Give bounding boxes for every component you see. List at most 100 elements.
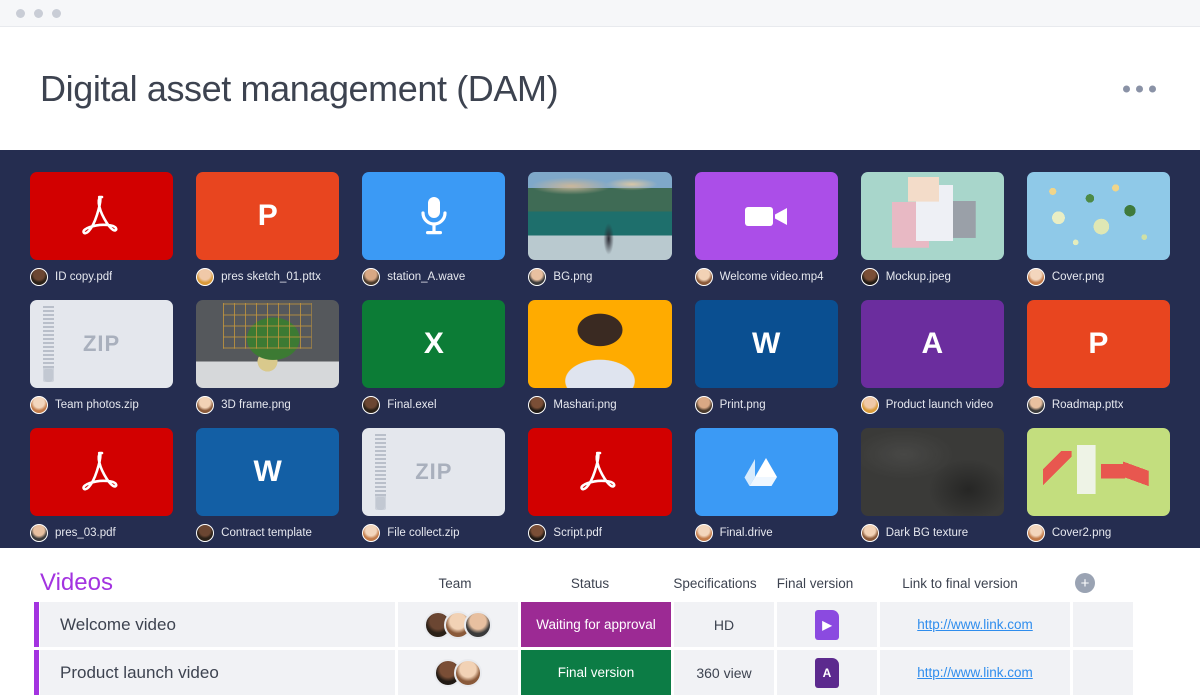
asset-card[interactable]: X Final.exel — [362, 300, 505, 414]
asset-filename: 3D frame.png — [221, 399, 291, 411]
asset-card[interactable]: Cover2.png — [1027, 428, 1170, 542]
asset-meta: pres_03.pdf — [30, 524, 173, 542]
asset-thumbnail[interactable] — [1027, 428, 1170, 516]
column-header-status: Status — [515, 576, 665, 591]
asset-meta: Team photos.zip — [30, 396, 173, 414]
cell-specifications[interactable]: HD — [674, 602, 774, 647]
asset-thumbnail[interactable] — [30, 428, 173, 516]
file-type-letter: ZIP — [415, 459, 452, 485]
videos-table-header: Videos Team Status Specifications Final … — [40, 564, 1160, 602]
asset-card[interactable]: Welcome video.mp4 — [695, 172, 838, 286]
asset-thumbnail[interactable] — [196, 300, 339, 388]
page-header: Digital asset management (DAM) — [0, 27, 1200, 150]
asset-thumbnail[interactable] — [528, 428, 671, 516]
asset-thumbnail[interactable] — [861, 428, 1004, 516]
cell-empty[interactable] — [1073, 602, 1133, 647]
asset-card[interactable]: W Contract template — [196, 428, 339, 542]
asset-card[interactable]: station_A.wave — [362, 172, 505, 286]
asset-card[interactable]: W Print.png — [695, 300, 838, 414]
window-maximize-dot[interactable] — [52, 9, 61, 18]
avatar — [196, 524, 214, 542]
asset-thumbnail[interactable] — [362, 172, 505, 260]
asset-meta: Print.png — [695, 396, 838, 414]
cell-specifications[interactable]: 360 view — [674, 650, 774, 695]
asset-meta: File collect.zip — [362, 524, 505, 542]
cell-link[interactable]: http://www.link.com — [880, 650, 1070, 695]
asset-card[interactable]: P pres sketch_01.pttx — [196, 172, 339, 286]
window-chrome — [0, 0, 1200, 27]
asset-thumbnail[interactable] — [695, 172, 838, 260]
asset-card[interactable]: Mashari.png — [528, 300, 671, 414]
cell-team[interactable] — [398, 650, 518, 695]
asset-thumbnail[interactable] — [528, 172, 671, 260]
avatar — [454, 659, 482, 687]
asset-thumbnail[interactable] — [528, 300, 671, 388]
asset-filename: BG.png — [553, 271, 592, 283]
asset-card[interactable]: ID copy.pdf — [30, 172, 173, 286]
asset-card[interactable]: A Product launch video — [861, 300, 1004, 414]
google-drive-icon — [744, 452, 788, 492]
final-version-link[interactable]: http://www.link.com — [917, 665, 1033, 680]
window-minimize-dot[interactable] — [34, 9, 43, 18]
avatar — [861, 396, 879, 414]
asset-card[interactable]: 3D frame.png — [196, 300, 339, 414]
asset-thumbnail[interactable] — [861, 172, 1004, 260]
asset-meta: Welcome video.mp4 — [695, 268, 838, 286]
asset-thumbnail[interactable]: X — [362, 300, 505, 388]
file-type-letter: P — [258, 199, 278, 233]
asset-thumbnail[interactable] — [1027, 172, 1170, 260]
table-row[interactable]: Welcome video Waiting for approval HD ▶ … — [40, 602, 1160, 647]
asset-filename: Welcome video.mp4 — [720, 271, 824, 283]
cell-final-version[interactable]: ▶ — [777, 602, 877, 647]
final-version-link[interactable]: http://www.link.com — [917, 617, 1033, 632]
cell-video-name[interactable]: Welcome video — [40, 602, 395, 647]
asset-thumbnail[interactable]: A — [861, 300, 1004, 388]
status-badge: Waiting for approval — [521, 602, 671, 647]
asset-thumbnail[interactable]: P — [1027, 300, 1170, 388]
asset-thumbnail[interactable] — [695, 428, 838, 516]
more-options-button[interactable] — [1123, 85, 1156, 92]
cell-final-version[interactable]: A — [777, 650, 877, 695]
asset-card[interactable]: Dark BG texture — [861, 428, 1004, 542]
asset-board: ID copy.pdfP pres sketch_01.pttx station… — [0, 150, 1200, 548]
cell-empty[interactable] — [1073, 650, 1133, 695]
file-type-letter: ZIP — [83, 331, 120, 357]
asset-thumbnail[interactable]: W — [695, 300, 838, 388]
asset-thumbnail[interactable]: W — [196, 428, 339, 516]
asset-card[interactable]: P Roadmap.pttx — [1027, 300, 1170, 414]
acrobat-icon — [578, 449, 622, 495]
add-column-button[interactable]: + — [1075, 573, 1095, 593]
asset-card[interactable]: ZIP Team photos.zip — [30, 300, 173, 414]
video-file-icon: ▶ — [815, 610, 839, 640]
asset-meta: pres sketch_01.pttx — [196, 268, 339, 286]
window-close-dot[interactable] — [16, 9, 25, 18]
avatar — [464, 611, 492, 639]
asset-meta: Script.pdf — [528, 524, 671, 542]
asset-card[interactable]: Cover.png — [1027, 172, 1170, 286]
asset-card[interactable]: BG.png — [528, 172, 671, 286]
asset-filename: station_A.wave — [387, 271, 465, 283]
asset-card[interactable]: Mockup.jpeg — [861, 172, 1004, 286]
asset-card[interactable]: ZIP File collect.zip — [362, 428, 505, 542]
asset-card[interactable]: Script.pdf — [528, 428, 671, 542]
asset-filename: pres sketch_01.pttx — [221, 271, 321, 283]
avatar — [1027, 268, 1045, 286]
asset-card[interactable]: Final.drive — [695, 428, 838, 542]
cell-status[interactable]: Waiting for approval — [521, 602, 671, 647]
cell-team[interactable] — [398, 602, 518, 647]
asset-filename: Mockup.jpeg — [886, 271, 951, 283]
asset-meta: Cover2.png — [1027, 524, 1170, 542]
asset-thumbnail[interactable]: P — [196, 172, 339, 260]
column-header-team: Team — [395, 576, 515, 591]
asset-thumbnail[interactable]: ZIP — [30, 300, 173, 388]
cell-video-name[interactable]: Product launch video — [40, 650, 395, 695]
cell-link[interactable]: http://www.link.com — [880, 602, 1070, 647]
asset-filename: Script.pdf — [553, 527, 602, 539]
avatar — [528, 524, 546, 542]
avatar — [362, 396, 380, 414]
asset-thumbnail[interactable] — [30, 172, 173, 260]
asset-thumbnail[interactable]: ZIP — [362, 428, 505, 516]
cell-status[interactable]: Final version — [521, 650, 671, 695]
asset-card[interactable]: pres_03.pdf — [30, 428, 173, 542]
table-row[interactable]: Product launch video Final version 360 v… — [40, 650, 1160, 695]
